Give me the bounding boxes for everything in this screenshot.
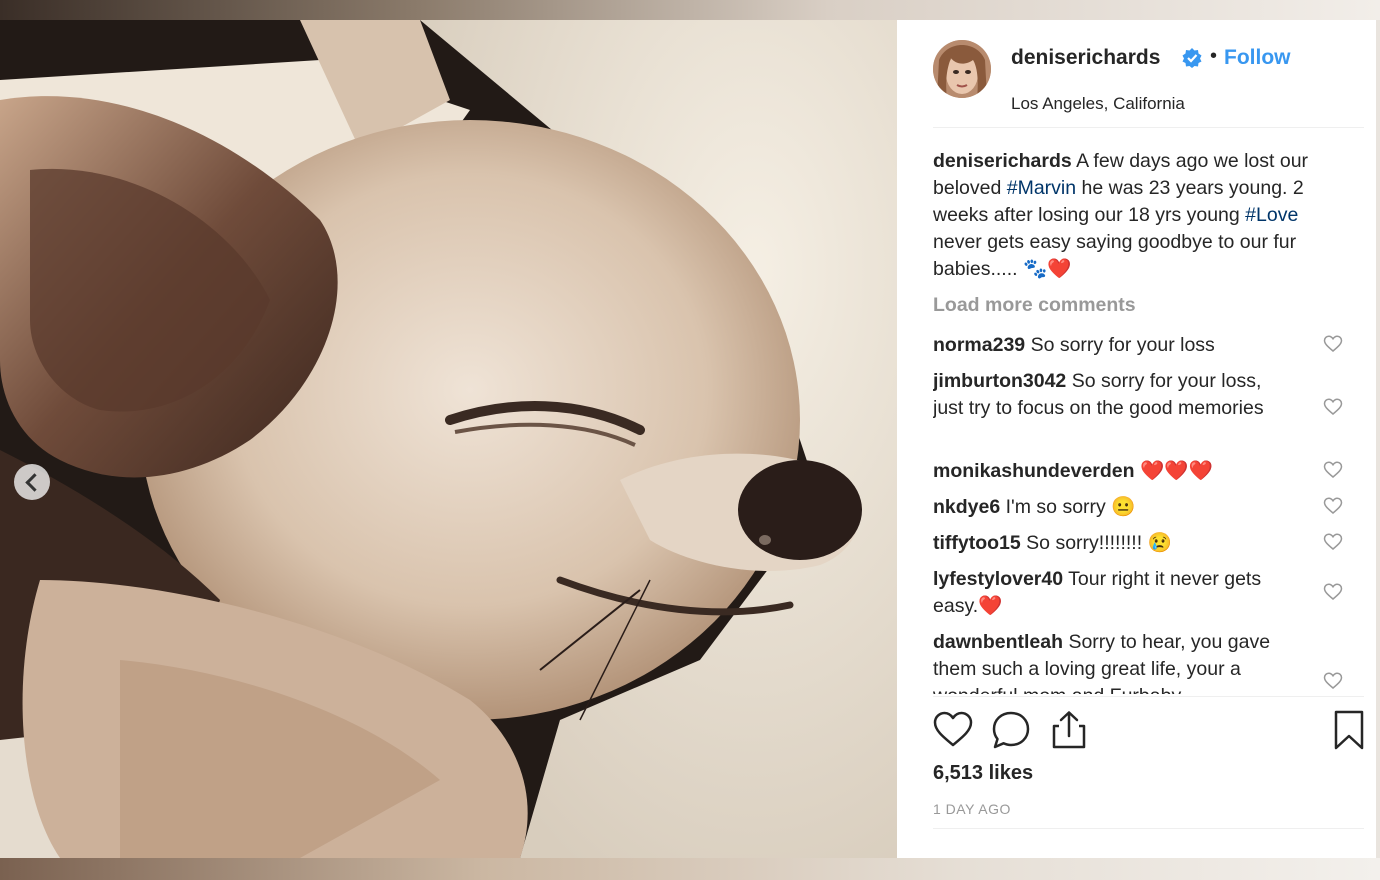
comment: tiffytoo15 So sorry!!!!!!!! 😢 [933, 530, 1283, 557]
comment: nkdye6 I'm so sorry 😐 [933, 494, 1283, 521]
load-more-comments-button[interactable]: Load more comments [933, 294, 1136, 317]
comment: lyfestylover40 Tour right it never gets … [933, 566, 1283, 620]
comment-text: I'm so sorry 😐 [1005, 496, 1136, 518]
caption-username[interactable]: deniserichards [933, 150, 1072, 172]
comment-like-heart-icon[interactable] [1323, 671, 1343, 691]
comment-like-heart-icon[interactable] [1323, 532, 1343, 552]
comment: dawnbentleah Sorry to hear, you gave the… [933, 629, 1283, 694]
comment: norma239 So sorry for your loss [933, 332, 1283, 359]
comment-username[interactable]: nkdye6 [933, 496, 1000, 518]
comment-username[interactable]: lyfestylover40 [933, 568, 1063, 590]
comment-like-heart-icon[interactable] [1323, 397, 1343, 417]
post-location[interactable]: Los Angeles, California [1011, 94, 1185, 114]
separator-dot: • [1210, 45, 1218, 67]
post-actions-bar [933, 710, 1364, 750]
hashtag-link[interactable]: #Love [1245, 204, 1298, 226]
chevron-left-icon [25, 473, 44, 492]
comment-like-heart-icon[interactable] [1323, 334, 1343, 354]
comment-username[interactable]: tiffytoo15 [933, 532, 1021, 554]
comments-section[interactable]: deniserichards A few days ago we lost ou… [933, 138, 1364, 694]
share-icon[interactable] [1049, 710, 1089, 750]
heart-icon[interactable] [933, 710, 973, 750]
comment: jimburton3042 So sorry for your loss, ju… [933, 368, 1283, 422]
post-timestamp[interactable]: 1 DAY AGO [933, 801, 1011, 817]
post-header: deniserichards • Follow Los Angeles, Cal… [933, 40, 1364, 120]
verified-badge-icon [1182, 48, 1202, 68]
post-photo[interactable] [0, 20, 897, 858]
avatar[interactable] [933, 40, 991, 98]
bottom-image-strip [0, 858, 1380, 880]
divider [933, 828, 1364, 829]
right-edge-strip [1376, 20, 1380, 858]
follow-button[interactable]: Follow [1224, 46, 1291, 70]
caption-text: never gets easy saying goodbye to our fu… [933, 231, 1297, 280]
comment-text: ❤️❤️❤️ [1139, 460, 1213, 482]
divider [933, 696, 1364, 697]
comment-username[interactable]: norma239 [933, 334, 1025, 356]
comment-text: So sorry for your loss [1030, 334, 1215, 356]
top-image-strip [0, 0, 1380, 20]
comment-like-heart-icon[interactable] [1323, 460, 1343, 480]
comment-text: So sorry!!!!!!!! 😢 [1026, 532, 1172, 554]
post-caption: deniserichards A few days ago we lost ou… [933, 148, 1343, 283]
comment-username[interactable]: dawnbentleah [933, 631, 1063, 653]
comment-bubble-icon[interactable] [991, 710, 1031, 750]
previous-photo-button[interactable] [14, 464, 50, 500]
likes-count[interactable]: 6,513 likes [933, 762, 1033, 785]
comment-username[interactable]: monikashundeverden [933, 460, 1135, 482]
hashtag-link[interactable]: #Marvin [1007, 177, 1076, 199]
comment-like-heart-icon[interactable] [1323, 496, 1343, 516]
bookmark-icon[interactable] [1329, 710, 1369, 750]
comment-like-heart-icon[interactable] [1323, 582, 1343, 602]
sleeping-dog-image [0, 20, 897, 858]
comment-username[interactable]: jimburton3042 [933, 370, 1066, 392]
post-author-username[interactable]: deniserichards [1011, 46, 1160, 70]
divider [933, 127, 1364, 128]
comment: monikashundeverden ❤️❤️❤️ [933, 458, 1283, 485]
post-sidebar: deniserichards • Follow Los Angeles, Cal… [897, 20, 1376, 858]
